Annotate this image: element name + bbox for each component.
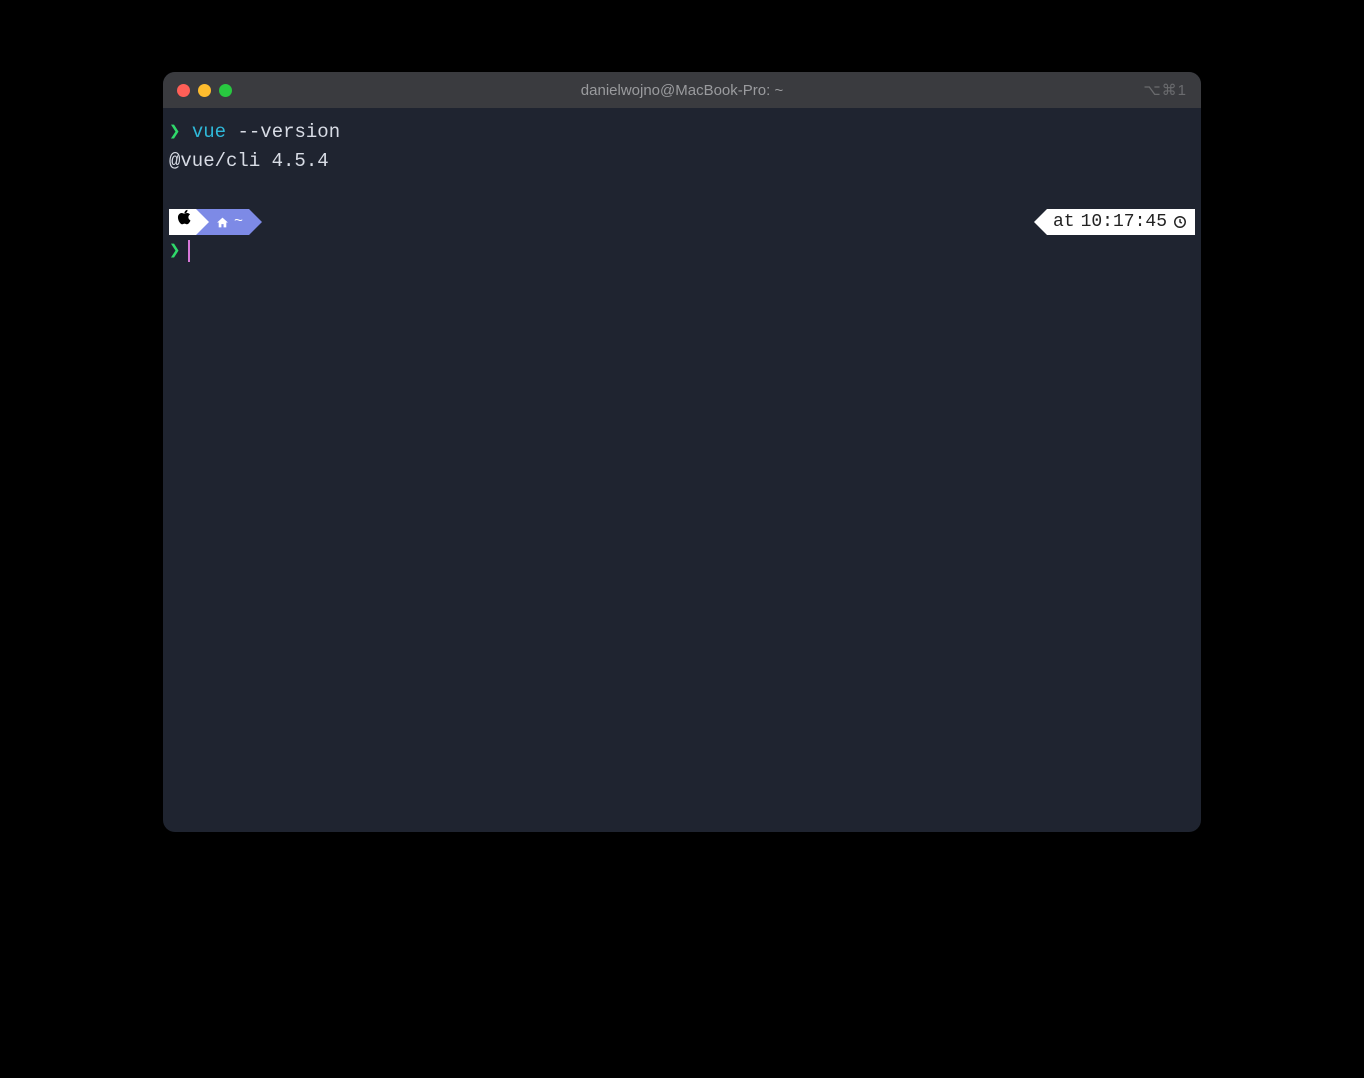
text-cursor (188, 240, 190, 262)
command-output: @vue/cli 4.5.4 (169, 147, 1195, 176)
command-name: vue (192, 121, 226, 143)
window-shortcut-hint: ⌥⌘1 (1143, 81, 1187, 99)
active-prompt-line[interactable]: ❯ (169, 237, 1195, 266)
command-line: ❯ vue --version (169, 118, 1195, 147)
terminal-window: danielwojno@MacBook-Pro: ~ ⌥⌘1 ❯ vue --v… (163, 72, 1201, 832)
terminal-body[interactable]: ❯ vue --version @vue/cli 4.5.4 ~ (163, 108, 1201, 832)
prompt-chevron-icon: ❯ (169, 121, 180, 143)
close-button[interactable] (177, 84, 190, 97)
time-segment: at 10:17:45 (1047, 209, 1195, 235)
apple-icon (177, 208, 192, 236)
prompt-status-line: ~ at 10:17:45 (169, 209, 1195, 235)
window-title: danielwojno@MacBook-Pro: ~ (581, 82, 783, 99)
window-titlebar: danielwojno@MacBook-Pro: ~ ⌥⌘1 (163, 72, 1201, 108)
prompt-chevron-icon: ❯ (169, 237, 180, 266)
time-value: 10:17:45 (1081, 209, 1167, 236)
path-text: ~ (234, 211, 243, 234)
minimize-button[interactable] (198, 84, 211, 97)
traffic-lights (177, 84, 232, 97)
command-args: --version (237, 121, 340, 143)
status-right: at 10:17:45 (1047, 209, 1195, 235)
home-icon (216, 216, 229, 229)
maximize-button[interactable] (219, 84, 232, 97)
time-prefix: at (1053, 209, 1075, 236)
clock-icon (1173, 215, 1187, 229)
os-segment (169, 209, 196, 235)
status-left: ~ (169, 209, 249, 235)
